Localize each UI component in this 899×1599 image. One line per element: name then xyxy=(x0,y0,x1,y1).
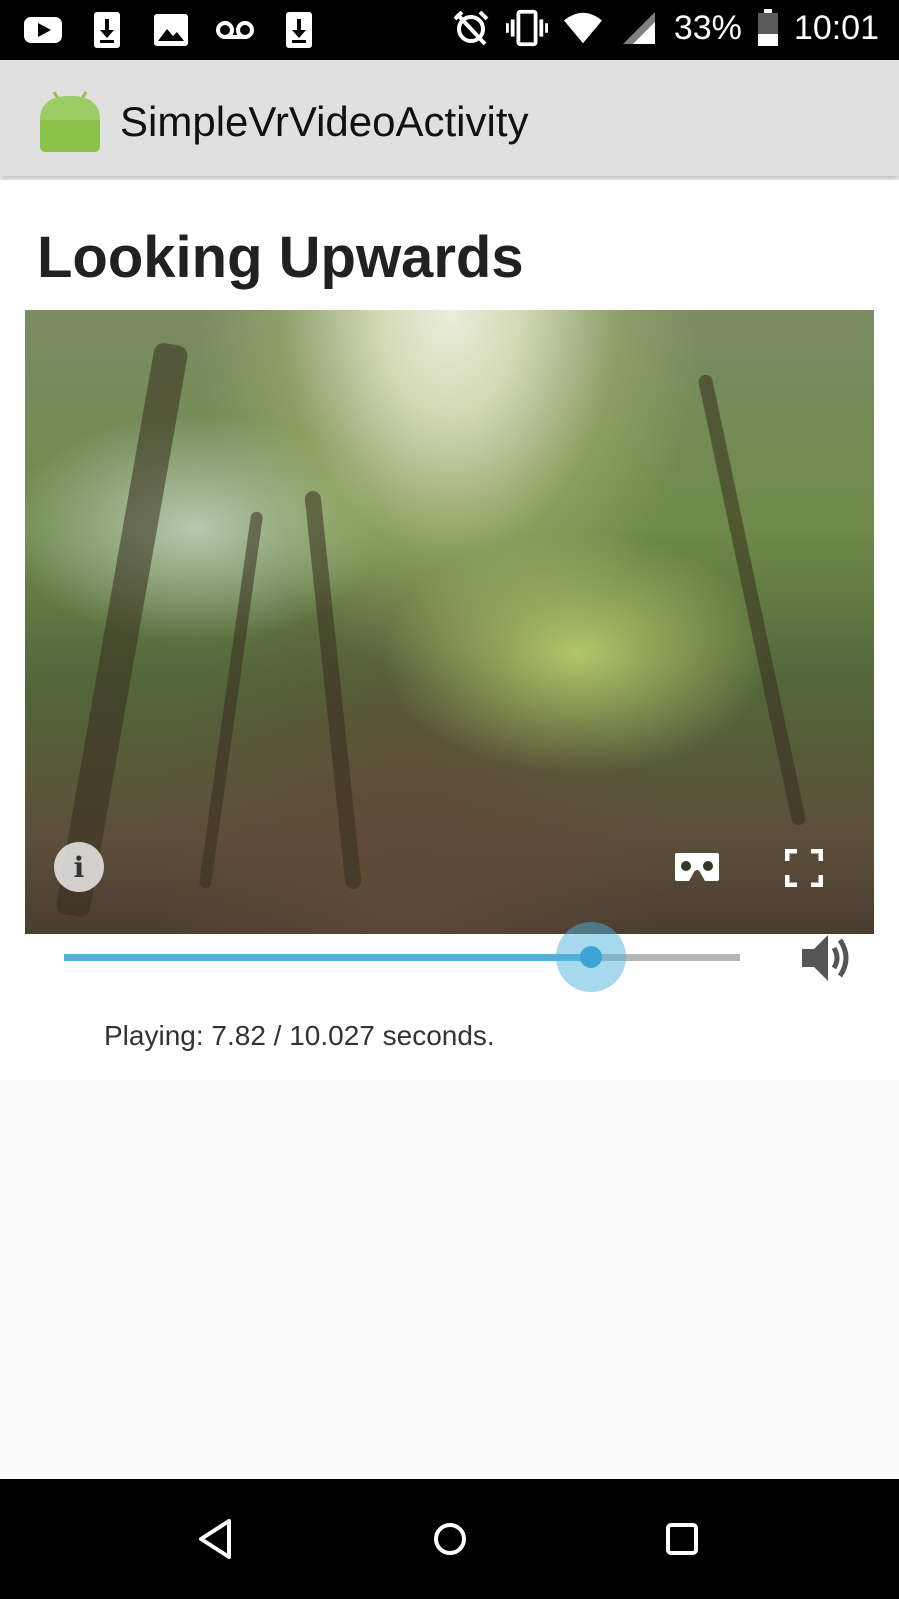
android-icon xyxy=(36,86,104,154)
video-scene-2 xyxy=(304,490,362,890)
volume-icon[interactable] xyxy=(800,932,854,984)
system-icons: 33% 10:01 xyxy=(450,8,879,48)
video-scene-3 xyxy=(198,511,264,889)
info-icon[interactable]: i xyxy=(54,842,104,892)
back-icon[interactable] xyxy=(191,1513,243,1565)
voicemail-icon xyxy=(214,10,256,50)
playback-status: Playing: 7.82 / 10.027 seconds. xyxy=(104,1020,495,1051)
battery-icon xyxy=(756,8,780,48)
status-bar: 33% 10:01 xyxy=(0,0,899,60)
download-icon xyxy=(86,10,128,50)
video-scene xyxy=(54,341,190,919)
youtube-icon xyxy=(22,10,64,50)
fullscreen-icon[interactable] xyxy=(784,848,824,888)
main-content: Looking Upwards i Playing: 7.82 / 10.027… xyxy=(0,180,899,1080)
seek-bar[interactable] xyxy=(64,922,740,992)
notification-icons xyxy=(22,10,320,50)
app-title: SimpleVrVideoActivity xyxy=(120,98,529,145)
video-scene-4 xyxy=(697,373,807,827)
navigation-bar xyxy=(0,1479,899,1599)
signal-icon xyxy=(618,8,660,48)
alarm-off-icon xyxy=(450,8,492,48)
video-title: Looking Upwards xyxy=(37,225,524,290)
recents-icon[interactable] xyxy=(656,1513,708,1565)
cardboard-icon[interactable] xyxy=(674,851,720,883)
wifi-icon xyxy=(562,8,604,48)
clock: 10:01 xyxy=(793,8,879,47)
vr-video-view[interactable]: i xyxy=(25,310,874,934)
home-icon[interactable] xyxy=(424,1513,476,1565)
app-bar: SimpleVrVideoActivity xyxy=(0,60,899,176)
seek-progress xyxy=(64,954,592,961)
battery-percent: 33% xyxy=(673,8,742,47)
vibrate-icon xyxy=(505,8,548,48)
image-icon xyxy=(150,10,192,50)
download-icon-2 xyxy=(278,10,320,50)
